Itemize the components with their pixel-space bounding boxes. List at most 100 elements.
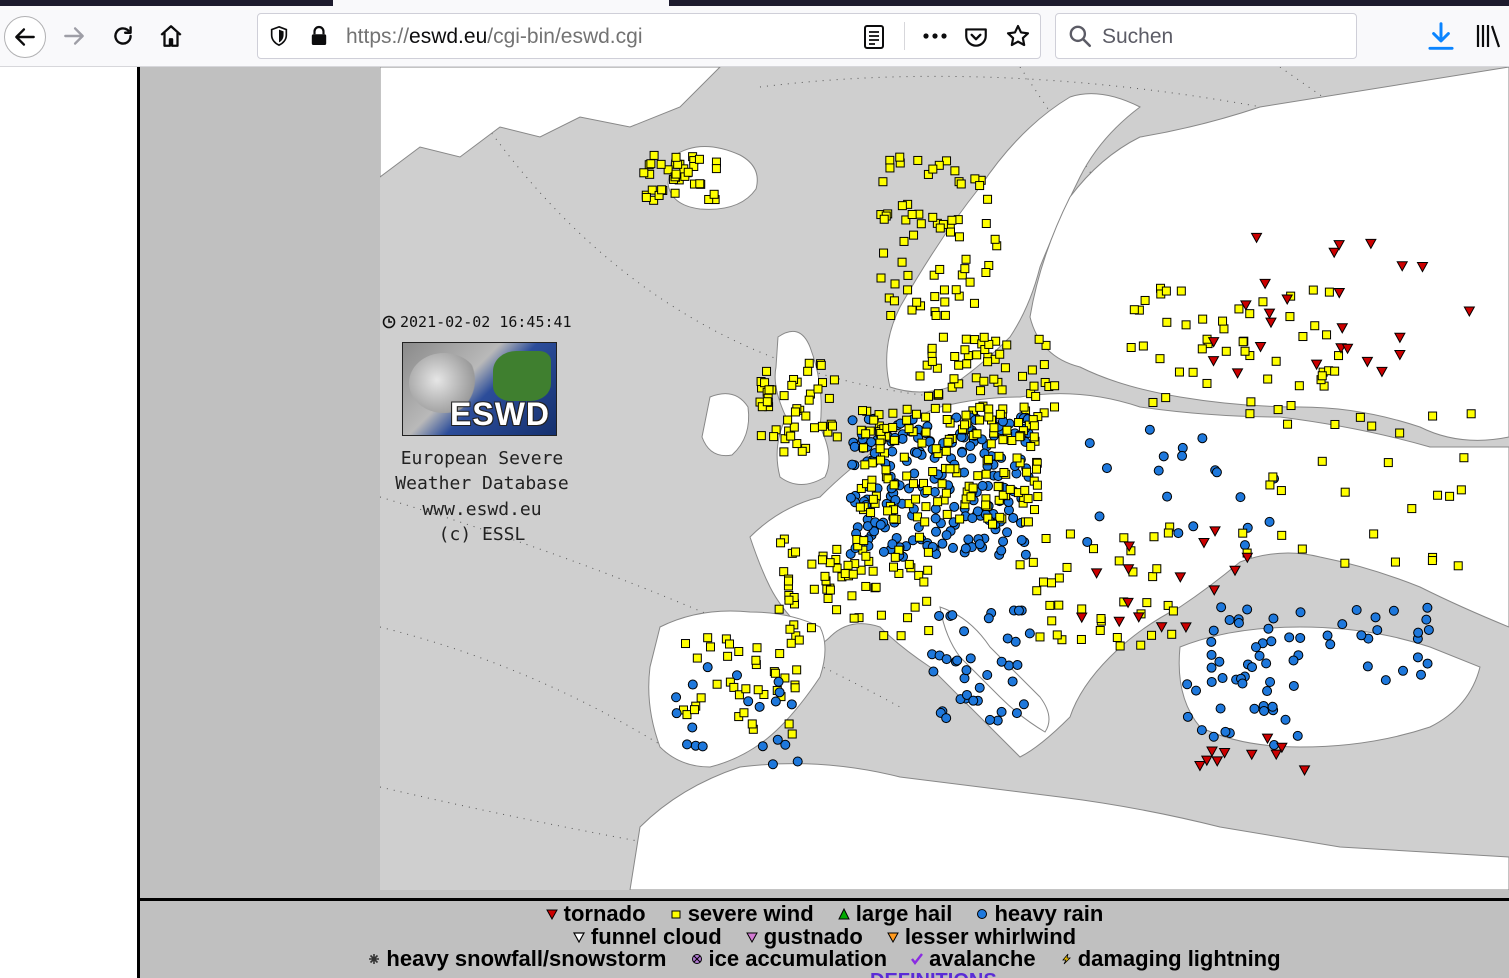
heavy-rain-marker: [1284, 632, 1295, 643]
severe-wind-marker: [1052, 630, 1062, 640]
heavy-rain-marker: [1247, 662, 1258, 673]
forward-button[interactable]: [54, 16, 94, 56]
severe-wind-marker: [751, 655, 761, 665]
legend-ice-accumulation-label: ice accumulation: [708, 946, 888, 971]
severe-wind-marker: [923, 391, 933, 401]
heavy-rain-icon: [977, 909, 988, 919]
more-actions-icon[interactable]: [920, 24, 950, 48]
severe-wind-marker: [641, 192, 651, 202]
tornado-marker: [1229, 565, 1241, 577]
heavy-rain-marker: [974, 682, 985, 693]
search-input[interactable]: [1100, 22, 1344, 52]
reload-button[interactable]: [103, 16, 143, 56]
severe-wind-marker: [881, 465, 891, 475]
severe-wind-marker: [1330, 419, 1340, 429]
severe-wind-marker: [1221, 346, 1231, 356]
severe-wind-marker: [861, 429, 871, 439]
severe-wind-marker: [994, 451, 1004, 461]
heavy-rain-marker: [1413, 627, 1424, 638]
back-button[interactable]: [4, 16, 46, 58]
bookmark-star-icon[interactable]: [1005, 23, 1031, 49]
severe-wind-marker: [868, 566, 878, 576]
heavy-rain-marker: [786, 699, 797, 710]
reader-view-icon[interactable]: [862, 24, 886, 50]
heavy-rain-marker: [1206, 662, 1217, 673]
heavy-rain-marker: [996, 545, 1007, 556]
heavy-rain-marker: [1024, 628, 1035, 639]
url-bar[interactable]: https://eswd.eu/cgi-bin/eswd.cgi: [257, 13, 1041, 59]
severe-wind-marker: [1162, 317, 1172, 327]
severe-wind-marker: [908, 479, 918, 489]
heavy-rain-marker: [1380, 675, 1391, 686]
severe-wind-marker: [902, 415, 912, 425]
severe-wind-marker: [791, 547, 801, 557]
eswd-logo[interactable]: ESWD: [402, 342, 557, 436]
severe-wind-marker: [797, 446, 807, 456]
download-icon[interactable]: [1426, 20, 1456, 52]
severe-wind-marker: [792, 665, 802, 675]
severe-wind-marker: [820, 571, 830, 581]
severe-wind-marker: [705, 642, 715, 652]
heavy-rain-marker: [941, 530, 952, 541]
severe-wind-marker: [942, 403, 952, 413]
heavy-rain-marker: [702, 662, 713, 673]
heavy-rain-marker: [1421, 614, 1432, 625]
severe-wind-marker: [896, 631, 906, 641]
severe-wind-marker: [911, 494, 921, 504]
severe-wind-marker: [888, 408, 898, 418]
legend-funnel-cloud: funnel cloud: [572, 926, 722, 948]
severe-wind-marker: [1015, 560, 1025, 570]
severe-wind-marker: [1062, 562, 1072, 572]
severe-wind-marker: [817, 421, 827, 431]
library-icon[interactable]: [1474, 21, 1504, 51]
pocket-icon[interactable]: [963, 24, 989, 50]
severe-wind-marker: [813, 384, 823, 394]
heavy-rain-marker: [1196, 725, 1207, 736]
gustnado-icon: [745, 932, 758, 943]
severe-wind-marker: [696, 693, 706, 703]
heavy-rain-marker: [1398, 665, 1409, 676]
ice-accumulation-icon: [691, 954, 702, 964]
severe-wind-marker: [965, 277, 975, 287]
heavy-rain-marker: [1372, 625, 1383, 636]
home-button[interactable]: [151, 16, 191, 56]
severe-wind-marker: [816, 360, 826, 370]
severe-wind-marker: [1077, 604, 1087, 614]
lock-icon[interactable]: [310, 25, 328, 47]
severe-wind-marker: [972, 350, 982, 360]
tornado-marker: [1218, 748, 1231, 759]
severe-wind-marker: [1088, 544, 1098, 554]
search-bar[interactable]: [1055, 13, 1357, 59]
url-text[interactable]: https://eswd.eu/cgi-bin/eswd.cgi: [346, 25, 642, 49]
severe-wind-marker: [786, 431, 796, 441]
tornado-marker: [1298, 765, 1311, 776]
severe-wind-marker: [785, 624, 795, 634]
severe-wind-marker: [695, 179, 705, 189]
severe-wind-marker: [981, 219, 991, 229]
severe-wind-marker: [923, 565, 933, 575]
severe-wind-marker: [1246, 397, 1256, 407]
definitions-link[interactable]: DEFINITIONS: [870, 970, 997, 978]
severe-wind-marker: [810, 423, 820, 433]
severe-wind-marker: [955, 514, 965, 524]
severe-wind-marker: [843, 560, 853, 570]
severe-wind-marker: [975, 402, 985, 412]
severe-wind-marker: [1007, 436, 1017, 446]
caption-line-1: European Severe: [400, 448, 564, 469]
severe-wind-marker: [878, 177, 888, 187]
severe-wind-marker: [848, 569, 858, 579]
severe-wind-marker: [981, 500, 991, 510]
heavy-rain-marker: [928, 666, 939, 677]
shield-icon[interactable]: [268, 24, 290, 48]
legend-tornado-label: tornado: [563, 901, 646, 926]
severe-wind-marker: [951, 285, 961, 295]
severe-wind-marker: [1202, 378, 1212, 388]
severe-wind-marker: [876, 610, 886, 620]
severe-wind-marker: [1238, 337, 1248, 347]
severe-wind-marker: [945, 464, 955, 474]
home-icon: [160, 25, 182, 47]
severe-wind-marker: [1367, 421, 1377, 431]
severe-wind-marker: [1020, 485, 1030, 495]
heavy-rain-marker: [1217, 673, 1228, 684]
heavy-rain-marker: [1007, 676, 1018, 687]
